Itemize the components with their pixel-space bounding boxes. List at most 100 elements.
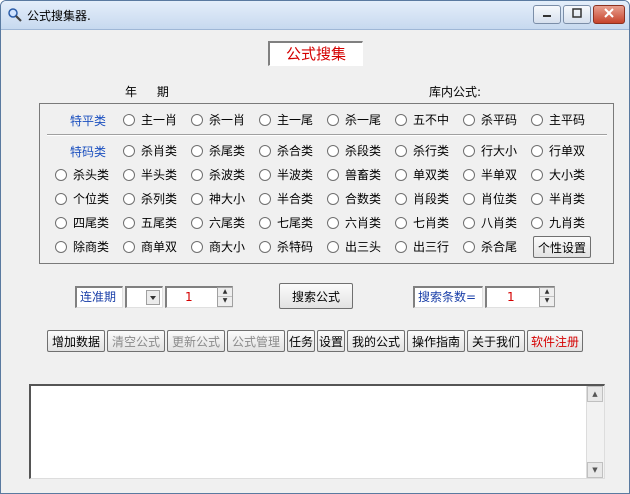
scroll-down-icon[interactable]: ▼ — [587, 462, 603, 478]
radio-circle-icon[interactable] — [531, 193, 543, 205]
radio-circle-icon[interactable] — [123, 114, 135, 126]
title-bar[interactable]: 公式搜集器. — [1, 1, 629, 30]
radio-option[interactable]: 杀波类 — [191, 167, 245, 183]
radio-circle-icon[interactable] — [55, 169, 67, 181]
radio-circle-icon[interactable] — [327, 193, 339, 205]
stepper-up-icon[interactable]: ▲ — [218, 288, 232, 297]
toolbar-button[interactable]: 公式管理 — [227, 330, 285, 352]
radio-circle-icon[interactable] — [463, 241, 475, 253]
radio-option[interactable]: 半波类 — [259, 167, 313, 183]
radio-option[interactable]: 杀特码 — [259, 239, 313, 255]
radio-option[interactable]: 神大小 — [191, 191, 245, 207]
radio-option[interactable]: 兽畜类 — [327, 167, 381, 183]
radio-option[interactable]: 杀肖类 — [123, 143, 177, 159]
personal-settings-button[interactable]: 个性设置 — [533, 236, 591, 258]
radio-circle-icon[interactable] — [191, 241, 203, 253]
radio-option[interactable]: 四尾类 — [55, 215, 109, 231]
radio-option[interactable]: 肖位类 — [463, 191, 517, 207]
radio-option[interactable]: 杀平码 — [463, 112, 517, 128]
radio-circle-icon[interactable] — [259, 145, 271, 157]
toolbar-button[interactable]: 更新公式 — [167, 330, 225, 352]
radio-option[interactable]: 杀行类 — [395, 143, 449, 159]
minimize-button[interactable] — [533, 5, 561, 24]
maximize-button[interactable] — [563, 5, 591, 24]
radio-option[interactable]: 九肖类 — [531, 215, 585, 231]
radio-circle-icon[interactable] — [55, 217, 67, 229]
radio-circle-icon[interactable] — [327, 114, 339, 126]
radio-option[interactable]: 杀段类 — [327, 143, 381, 159]
streak-dropdown[interactable] — [125, 286, 163, 308]
radio-option[interactable]: 商单双 — [123, 239, 177, 255]
radio-option[interactable]: 除商类 — [55, 239, 109, 255]
radio-option[interactable]: 主一尾 — [259, 112, 313, 128]
radio-option[interactable]: 七尾类 — [259, 215, 313, 231]
radio-option[interactable]: 七肖类 — [395, 215, 449, 231]
radio-circle-icon[interactable] — [463, 193, 475, 205]
radio-circle-icon[interactable] — [395, 193, 407, 205]
radio-option[interactable]: 杀头类 — [55, 167, 109, 183]
radio-circle-icon[interactable] — [395, 241, 407, 253]
radio-circle-icon[interactable] — [327, 217, 339, 229]
radio-option[interactable]: 肖段类 — [395, 191, 449, 207]
stepper-up-icon[interactable]: ▲ — [540, 288, 554, 297]
radio-option[interactable]: 杀合尾 — [463, 239, 517, 255]
radio-option[interactable]: 五尾类 — [123, 215, 177, 231]
radio-circle-icon[interactable] — [259, 114, 271, 126]
radio-circle-icon[interactable] — [259, 217, 271, 229]
results-textarea[interactable]: ▲ ▼ — [29, 384, 605, 479]
close-button[interactable] — [593, 5, 625, 24]
radio-circle-icon[interactable] — [463, 114, 475, 126]
streak-stepper[interactable]: ▲ ▼ — [217, 287, 233, 307]
toolbar-button[interactable]: 软件注册 — [527, 330, 583, 352]
radio-circle-icon[interactable] — [327, 145, 339, 157]
radio-circle-icon[interactable] — [123, 145, 135, 157]
toolbar-button[interactable]: 设置 — [317, 330, 345, 352]
radio-option[interactable]: 主一肖 — [123, 112, 177, 128]
radio-option[interactable]: 杀列类 — [123, 191, 177, 207]
radio-option[interactable]: 半单双 — [463, 167, 517, 183]
radio-circle-icon[interactable] — [327, 169, 339, 181]
radio-circle-icon[interactable] — [395, 169, 407, 181]
radio-circle-icon[interactable] — [259, 241, 271, 253]
search-count-stepper[interactable]: ▲ ▼ — [539, 287, 555, 307]
radio-option[interactable]: 个位类 — [55, 191, 109, 207]
toolbar-button[interactable]: 我的公式 — [347, 330, 405, 352]
radio-circle-icon[interactable] — [123, 193, 135, 205]
radio-option[interactable]: 主平码 — [531, 112, 585, 128]
radio-circle-icon[interactable] — [531, 217, 543, 229]
toolbar-button[interactable]: 任务 — [287, 330, 315, 352]
radio-option[interactable]: 半肖类 — [531, 191, 585, 207]
stepper-down-icon[interactable]: ▼ — [218, 297, 232, 306]
radio-option[interactable]: 杀合类 — [259, 143, 313, 159]
radio-option[interactable]: 商大小 — [191, 239, 245, 255]
radio-circle-icon[interactable] — [327, 241, 339, 253]
radio-circle-icon[interactable] — [123, 217, 135, 229]
stepper-down-icon[interactable]: ▼ — [540, 297, 554, 306]
radio-circle-icon[interactable] — [191, 114, 203, 126]
radio-circle-icon[interactable] — [191, 193, 203, 205]
radio-option[interactable]: 杀尾类 — [191, 143, 245, 159]
scroll-up-icon[interactable]: ▲ — [587, 386, 603, 402]
radio-option[interactable]: 杀一肖 — [191, 112, 245, 128]
radio-circle-icon[interactable] — [531, 114, 543, 126]
radio-circle-icon[interactable] — [55, 193, 67, 205]
radio-option[interactable]: 杀一尾 — [327, 112, 381, 128]
radio-circle-icon[interactable] — [123, 169, 135, 181]
radio-circle-icon[interactable] — [531, 145, 543, 157]
radio-option[interactable]: 半头类 — [123, 167, 177, 183]
toolbar-button[interactable]: 清空公式 — [107, 330, 165, 352]
vertical-scrollbar[interactable]: ▲ ▼ — [586, 386, 604, 478]
radio-circle-icon[interactable] — [55, 241, 67, 253]
radio-option[interactable]: 六尾类 — [191, 215, 245, 231]
toolbar-button[interactable]: 增加数据 — [47, 330, 105, 352]
radio-circle-icon[interactable] — [259, 169, 271, 181]
radio-option[interactable]: 六肖类 — [327, 215, 381, 231]
radio-option[interactable]: 行大小 — [463, 143, 517, 159]
radio-circle-icon[interactable] — [463, 217, 475, 229]
radio-circle-icon[interactable] — [463, 145, 475, 157]
radio-option[interactable]: 八肖类 — [463, 215, 517, 231]
radio-circle-icon[interactable] — [463, 169, 475, 181]
radio-circle-icon[interactable] — [259, 193, 271, 205]
radio-option[interactable]: 合数类 — [327, 191, 381, 207]
radio-circle-icon[interactable] — [191, 169, 203, 181]
